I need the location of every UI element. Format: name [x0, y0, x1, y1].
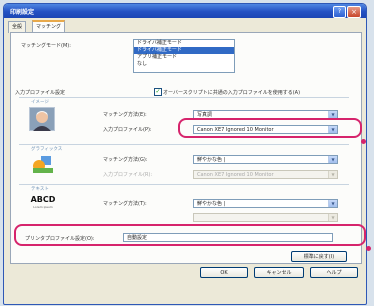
graphics-matching-method-label: マッチング方法(G):: [103, 157, 148, 163]
text-matching-method-label: マッチング方法(T):: [103, 201, 147, 207]
help-question-icon[interactable]: ?: [333, 6, 346, 18]
dropdown-arrow-icon[interactable]: ▼: [328, 111, 337, 118]
close-icon[interactable]: ×: [347, 6, 361, 18]
common-profile-checkbox-label: オーバースクリプトに共通の入力プロファイルを使用する(A): [163, 90, 301, 96]
graphics-matching-method-select[interactable]: 鮮やかな色 | ▼: [193, 155, 338, 164]
text-abcd-icon: ABCD Lorem ipsum: [29, 195, 57, 219]
dropdown-arrow-icon[interactable]: ▼: [328, 200, 337, 207]
help-button[interactable]: ヘルプ: [310, 267, 358, 278]
graphics-group-label: グラフィックス: [31, 147, 63, 152]
separator: [19, 97, 349, 98]
separator: [19, 184, 349, 185]
photo-input-profile-label: 入力プロファイル(P):: [103, 127, 152, 133]
image-group-label: イメージ: [31, 100, 49, 105]
select-value: 鮮やかな色 |: [197, 201, 226, 207]
title-bar: 印刷設定 ? ×: [4, 4, 366, 18]
graphics-shapes-icon: [33, 156, 53, 173]
dropdown-arrow-icon[interactable]: ▼: [328, 156, 337, 163]
window-title: 印刷設定: [10, 9, 35, 16]
cancel-button[interactable]: キャンセル: [254, 267, 304, 278]
dropdown-arrow-icon: ▼: [328, 214, 337, 221]
matching-mode-listbox[interactable]: ドライバ補正モード ドライバ補正モード アプリ補正モード なし: [133, 39, 235, 73]
common-profile-checkbox[interactable]: ✓: [154, 88, 162, 96]
input-profile-section-label: 入力プロファイル設定: [15, 90, 66, 96]
ok-button[interactable]: OK: [200, 267, 248, 278]
text-icon-caption: Lorem ipsum: [33, 205, 53, 209]
list-item[interactable]: ドライバ補正モード: [134, 40, 234, 47]
select-value: 鮮やかな色 |: [197, 157, 226, 163]
list-item[interactable]: なし: [134, 61, 234, 68]
separator: [19, 144, 349, 145]
photo-matching-method-label: マッチング方法(E):: [103, 112, 147, 118]
text-matching-method-select[interactable]: 鮮やかな色 | ▼: [193, 199, 338, 208]
text-icon-letters: ABCD: [30, 195, 56, 204]
text-input-profile-select: ▼: [193, 213, 338, 222]
dropdown-arrow-icon: ▼: [328, 171, 337, 178]
dialog-window: 印刷設定 ? × 全般 マッチング マッチングモード(M): ドライバ補正モード…: [3, 3, 367, 305]
annotation-marker-dot: [361, 139, 366, 144]
list-item-selected[interactable]: ドライバ補正モード: [134, 47, 234, 54]
text-group-label: テキスト: [31, 187, 49, 192]
annotation-marker-dot: [366, 246, 371, 251]
matching-mode-label: マッチングモード(M):: [21, 43, 71, 49]
graphics-input-profile-select: Canon XE7 Ignored 10 Monitor ▼: [193, 170, 338, 179]
restore-defaults-button[interactable]: 標準に戻す(I): [291, 251, 347, 262]
select-value: Canon XE7 Ignored 10 Monitor: [197, 172, 274, 178]
annotation-highlight-printer-profile: [14, 224, 366, 246]
list-item[interactable]: アプリ補正モード: [134, 54, 234, 61]
graphics-input-profile-label: 入力プロファイル(R):: [103, 172, 153, 178]
annotation-highlight-profile: [178, 118, 362, 138]
portrait-photo-icon: [29, 107, 55, 131]
